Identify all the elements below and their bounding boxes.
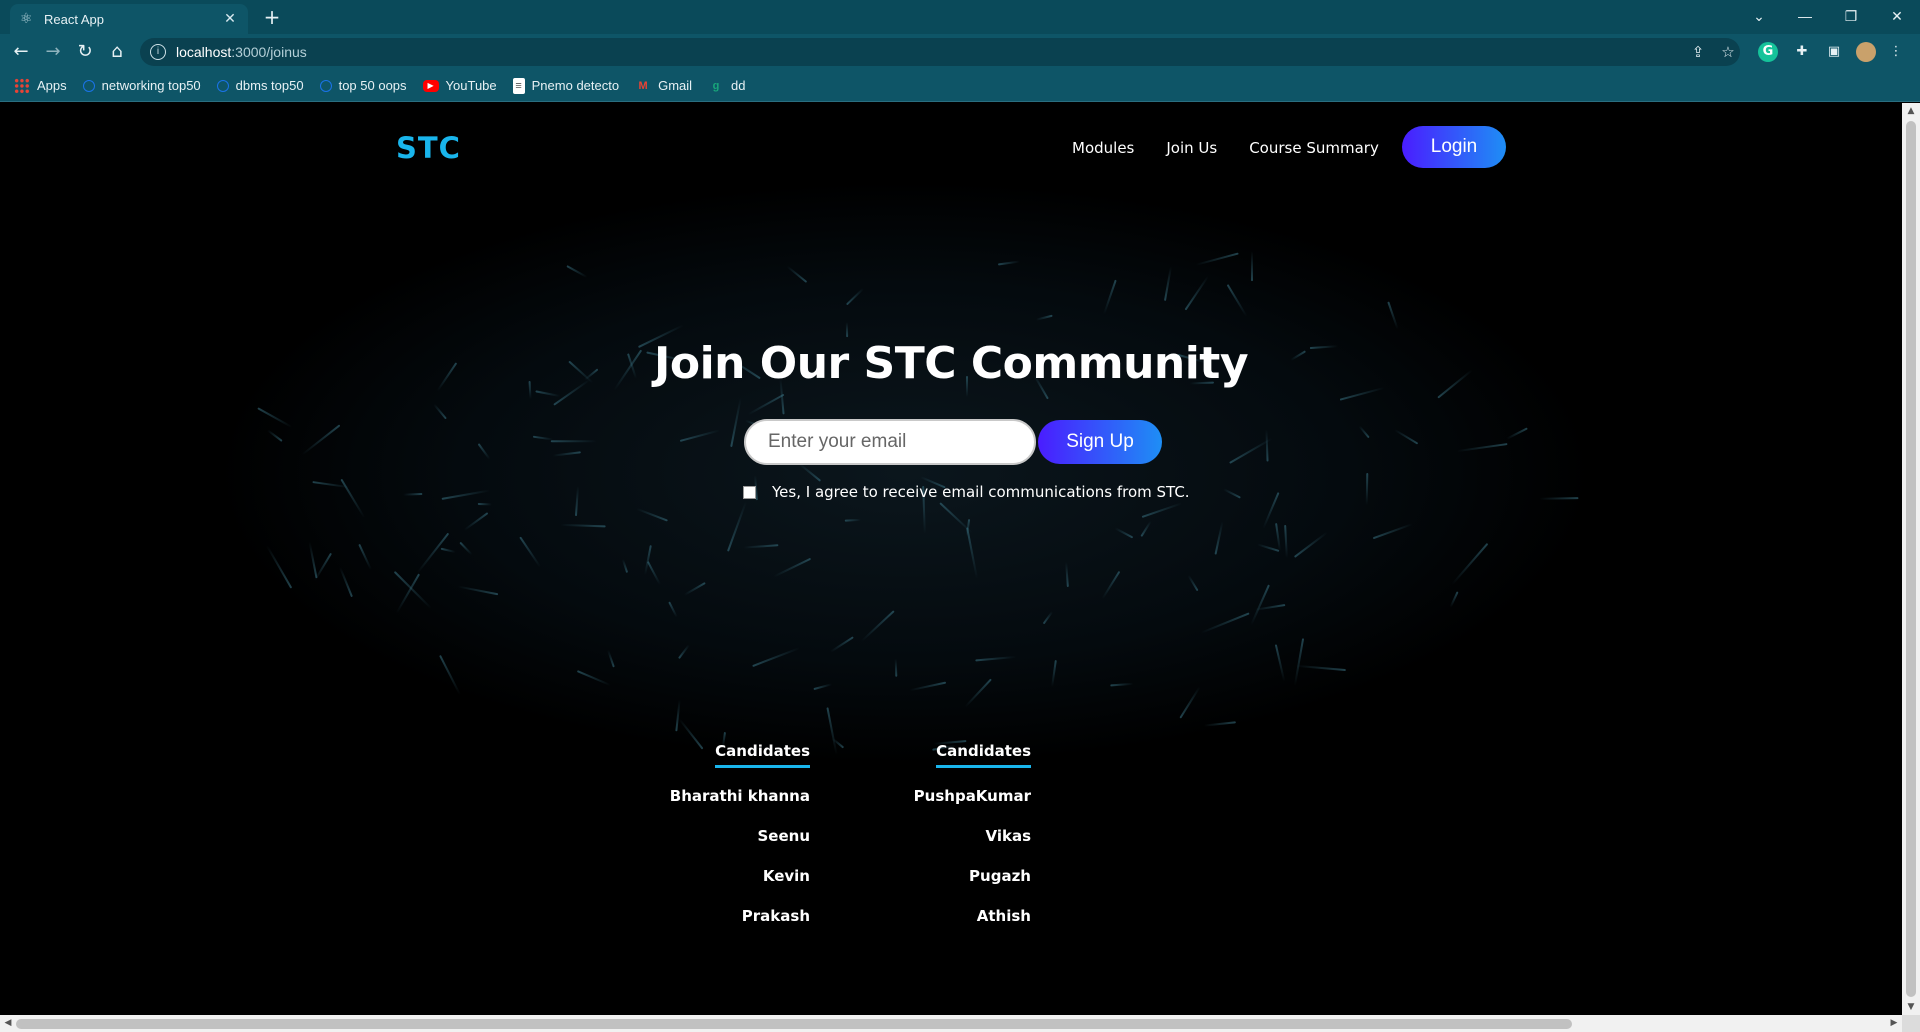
bookmark-pnemo[interactable]: ≡ Pnemo detecto bbox=[512, 74, 620, 98]
light-streak bbox=[1365, 473, 1368, 506]
gmail-icon: M bbox=[638, 79, 648, 92]
candidate-name: Bharathi khanna bbox=[669, 787, 810, 805]
scroll-down-icon[interactable]: ▼ bbox=[1902, 999, 1920, 1015]
scroll-right-icon[interactable]: ▶ bbox=[1886, 1015, 1902, 1032]
home-icon[interactable]: ⌂ bbox=[104, 40, 130, 64]
globe-icon bbox=[319, 79, 332, 92]
candidate-name: Kevin bbox=[762, 867, 810, 885]
address-bar[interactable]: i localhost:3000/joinus bbox=[140, 38, 1740, 66]
browser-menu-icon[interactable]: ⋮ bbox=[1886, 42, 1906, 62]
candidates-heading: Candidates bbox=[936, 742, 1031, 768]
site-logo[interactable]: STC bbox=[396, 131, 461, 165]
apps-grid-icon bbox=[14, 77, 30, 94]
signup-form: Sign Up bbox=[744, 419, 1162, 465]
horizontal-scrollbar[interactable]: ◀ ▶ bbox=[0, 1015, 1902, 1032]
consent-row: Yes, I agree to receive email communicat… bbox=[743, 483, 1190, 501]
nav-link-modules[interactable]: Modules bbox=[1072, 139, 1134, 157]
close-window-icon[interactable]: ✕ bbox=[1880, 4, 1914, 28]
bookmark-label: networking top50 bbox=[101, 78, 201, 93]
browser-tab-strip: ⚛ React App ✕ + ⌄ — ❐ ✕ bbox=[0, 0, 1920, 34]
url-host: localhost bbox=[176, 44, 232, 60]
candidate-name: Athish bbox=[976, 907, 1031, 925]
consent-checkbox[interactable] bbox=[743, 485, 756, 499]
bookmark-dd[interactable]: g dd bbox=[708, 74, 746, 98]
candidates-heading: Candidates bbox=[715, 742, 810, 768]
bookmark-oops[interactable]: top 50 oops bbox=[319, 74, 407, 98]
scroll-up-icon[interactable]: ▲ bbox=[1902, 103, 1920, 119]
candidates-column-2: Candidates PushpaKumar Vikas Pugazh Athi… bbox=[880, 741, 1031, 946]
globe-icon bbox=[216, 79, 229, 92]
bookmark-label: Pnemo detecto bbox=[531, 78, 620, 93]
close-tab-icon[interactable]: ✕ bbox=[222, 11, 238, 27]
bookmark-label: YouTube bbox=[445, 78, 497, 93]
bookmark-dbms[interactable]: dbms top50 bbox=[216, 74, 304, 98]
grammarly-extension-icon[interactable]: G bbox=[1758, 42, 1778, 62]
forward-icon[interactable]: → bbox=[40, 40, 66, 64]
bookmark-label: Apps bbox=[37, 78, 67, 93]
tab-title: React App bbox=[44, 11, 104, 27]
candidate-name: Vikas bbox=[985, 827, 1031, 845]
back-icon[interactable]: ← bbox=[8, 40, 34, 64]
email-input[interactable] bbox=[744, 419, 1036, 465]
share-icon[interactable]: ⇪ bbox=[1688, 42, 1708, 62]
nav-link-join-us[interactable]: Join Us bbox=[1166, 139, 1217, 157]
side-panel-icon[interactable]: ▣ bbox=[1824, 42, 1844, 62]
candidates-column-1: Candidates Bharathi khanna Seenu Kevin P… bbox=[650, 741, 810, 946]
url-path: :3000/joinus bbox=[231, 44, 307, 60]
reload-icon[interactable]: ↻ bbox=[72, 40, 98, 64]
bookmark-networking[interactable]: networking top50 bbox=[82, 74, 201, 98]
grammarly-icon: g bbox=[712, 79, 720, 92]
consent-label: Yes, I agree to receive email communicat… bbox=[772, 483, 1190, 501]
candidate-name: Pugazh bbox=[969, 867, 1031, 885]
react-favicon-icon: ⚛ bbox=[20, 11, 33, 27]
new-tab-icon[interactable]: + bbox=[260, 6, 284, 30]
login-button[interactable]: Login bbox=[1402, 126, 1506, 168]
bookmark-label: top 50 oops bbox=[338, 78, 407, 93]
bookmark-label: Gmail bbox=[658, 78, 693, 93]
extensions-puzzle-icon[interactable]: ✚ bbox=[1792, 42, 1812, 62]
youtube-icon: ▶ bbox=[422, 79, 439, 92]
tab-search-icon[interactable]: ⌄ bbox=[1742, 4, 1776, 28]
bookmark-apps[interactable]: Apps bbox=[14, 74, 67, 98]
globe-icon bbox=[82, 79, 95, 92]
light-streak bbox=[894, 658, 898, 677]
sign-up-button[interactable]: Sign Up bbox=[1038, 420, 1162, 464]
hero-background-image bbox=[210, 178, 1600, 768]
site-info-icon[interactable]: i bbox=[150, 44, 166, 60]
bookmark-star-icon[interactable]: ☆ bbox=[1718, 42, 1738, 62]
candidate-name: PushpaKumar bbox=[913, 787, 1031, 805]
minimize-icon[interactable]: — bbox=[1788, 4, 1822, 28]
site-navbar: STC Modules Join Us Course Summary Login bbox=[0, 103, 1902, 183]
candidate-name: Prakash bbox=[741, 907, 810, 925]
bookmark-gmail[interactable]: M Gmail bbox=[635, 74, 693, 98]
vertical-scroll-thumb[interactable] bbox=[1906, 121, 1916, 997]
bookmark-youtube[interactable]: ▶ YouTube bbox=[422, 74, 497, 98]
candidate-name: Seenu bbox=[757, 827, 810, 845]
light-streak bbox=[477, 502, 493, 506]
restore-icon[interactable]: ❐ bbox=[1834, 4, 1868, 28]
page-title: Join Our STC Community bbox=[653, 338, 1249, 389]
scroll-left-icon[interactable]: ◀ bbox=[0, 1015, 16, 1032]
browser-tab[interactable]: ⚛ React App ✕ bbox=[10, 4, 248, 34]
browser-toolbar: ← → ↻ ⌂ i localhost:3000/joinus ⇪ ☆ G ✚ … bbox=[0, 34, 1920, 70]
light-streak bbox=[550, 439, 597, 442]
bookmark-label: dbms top50 bbox=[235, 78, 304, 93]
vertical-scrollbar[interactable]: ▲ ▼ bbox=[1902, 103, 1920, 1015]
bookmark-label: dd bbox=[731, 78, 746, 93]
horizontal-scroll-thumb[interactable] bbox=[16, 1019, 1572, 1029]
nav-links: Modules Join Us Course Summary bbox=[1072, 139, 1411, 157]
scrollbar-corner bbox=[1902, 1015, 1920, 1032]
page-viewport: STC Modules Join Us Course Summary Login… bbox=[0, 103, 1902, 1015]
profile-avatar[interactable] bbox=[1856, 42, 1876, 62]
nav-link-course-summary[interactable]: Course Summary bbox=[1249, 139, 1379, 157]
document-icon: ≡ bbox=[512, 77, 525, 94]
bookmarks-bar: Apps networking top50 dbms top50 top 50 … bbox=[0, 70, 1920, 102]
